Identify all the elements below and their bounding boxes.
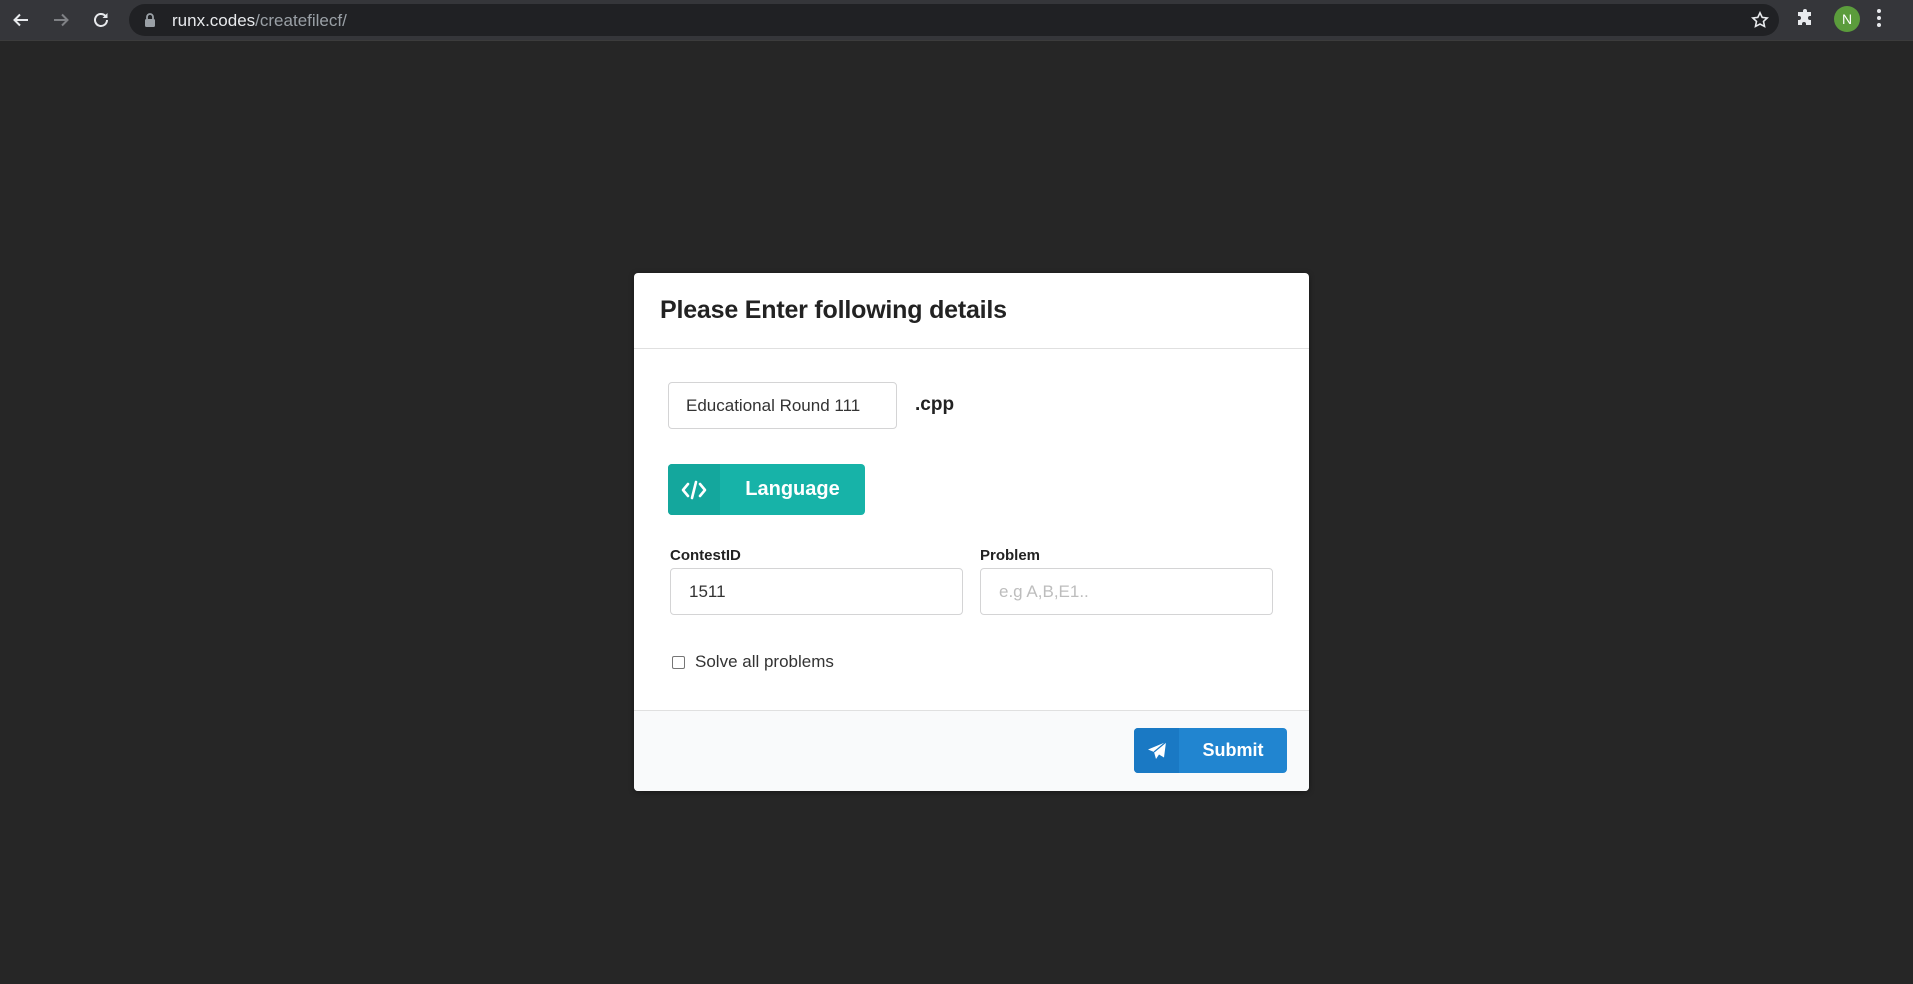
forward-button[interactable]	[49, 8, 73, 32]
contest-id-input[interactable]	[670, 568, 963, 615]
bookmark-star-icon[interactable]	[1750, 10, 1770, 34]
submit-button[interactable]: Submit	[1134, 728, 1287, 773]
code-icon	[668, 464, 720, 515]
url-host: runx.codes	[172, 11, 256, 30]
modal-body: .cpp Language ContestID Problem Solve al…	[634, 349, 1309, 683]
modal-footer: Submit	[634, 710, 1309, 791]
more-vert-icon[interactable]	[1876, 8, 1882, 33]
reload-icon	[94, 13, 108, 27]
problem-label: Problem	[980, 547, 1041, 564]
arrow-right-icon	[54, 13, 69, 27]
arrow-left-icon	[13, 13, 28, 27]
language-button-label: Language	[745, 478, 840, 500]
reload-button[interactable]	[89, 8, 113, 32]
url-path: /createfilecf/	[255, 11, 347, 30]
file-extension-label: .cpp	[915, 394, 955, 415]
contest-id-label: ContestID	[670, 547, 741, 564]
submit-button-label: Submit	[1202, 740, 1264, 760]
solve-all-row[interactable]: Solve all problems	[672, 652, 834, 672]
avatar-initial: N	[1841, 11, 1853, 27]
url-text: runx.codes/createfilecf/	[172, 12, 347, 29]
language-button[interactable]: Language	[668, 464, 865, 515]
back-button[interactable]	[9, 8, 33, 32]
solve-all-label: Solve all problems	[695, 652, 834, 671]
modal-title: Please Enter following details	[660, 296, 1007, 324]
solve-all-checkbox[interactable]	[672, 655, 685, 669]
extensions-puzzle-icon[interactable]	[1796, 8, 1816, 33]
problem-input[interactable]	[980, 568, 1273, 615]
details-modal: Please Enter following details .cpp Lang…	[634, 273, 1309, 791]
lock-icon	[144, 13, 156, 32]
address-bar[interactable]: runx.codes/createfilecf/	[129, 4, 1779, 36]
file-name-input[interactable]	[668, 382, 897, 429]
paper-plane-icon	[1134, 728, 1179, 773]
browser-toolbar: runx.codes/createfilecf/ N	[0, 0, 1913, 41]
profile-avatar[interactable]: N	[1834, 6, 1860, 32]
modal-header: Please Enter following details	[634, 273, 1309, 349]
